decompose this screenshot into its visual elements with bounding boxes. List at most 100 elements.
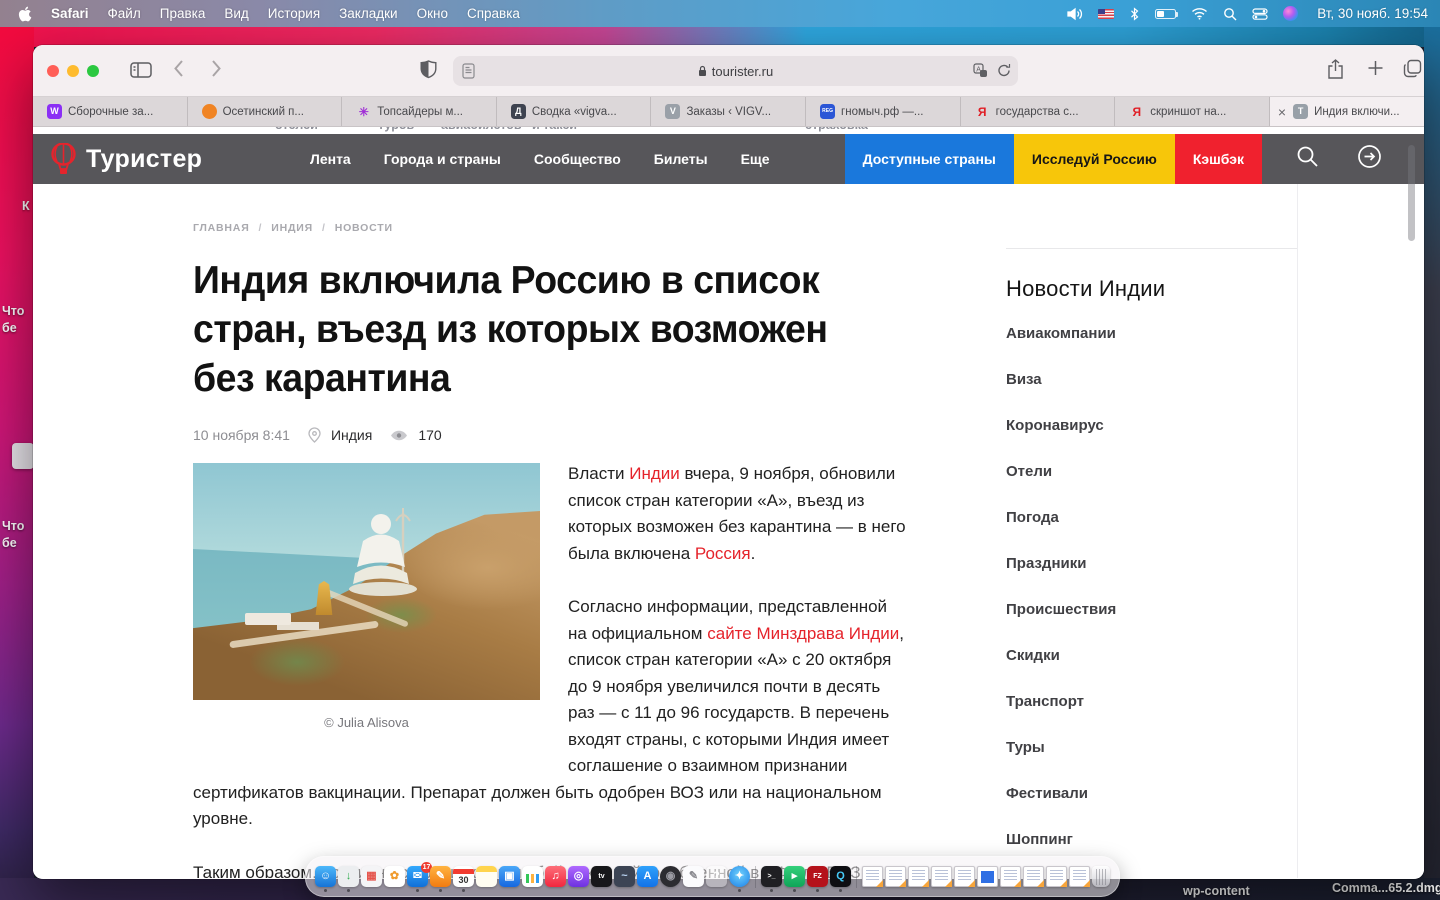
dock-minimized-doc-2[interactable] [885,866,906,887]
article-link[interactable]: Россия [695,544,751,563]
spotlight-icon[interactable] [1223,7,1237,21]
sidebar-news-0[interactable]: Авиакомпании [1006,326,1297,342]
dock-pages[interactable]: ✎ [430,866,451,887]
dock-finder[interactable]: ☺ [315,866,336,887]
site-nav-2[interactable]: Сообщество [534,151,621,167]
bluetooth-icon[interactable] [1129,7,1140,21]
dock-safari[interactable]: ✦ [729,866,750,887]
tab-close-button[interactable]: × [1278,105,1286,119]
apple-menu-icon[interactable] [18,6,32,22]
translate-icon[interactable]: A [973,63,988,81]
sidebar-news-5[interactable]: Праздники [1006,556,1297,572]
dock-minimized-doc-5[interactable] [954,866,975,887]
menubar-item-5[interactable]: Закладки [339,6,397,21]
services-link-1[interactable]: туров [378,127,414,132]
article-link[interactable]: Индии [629,464,680,483]
dock-textedit[interactable]: ✎ [683,866,704,887]
dock-stocks[interactable]: ~ [614,866,635,887]
dock-minimized-doc-6[interactable] [1000,866,1021,887]
menubar-item-3[interactable]: Вид [224,6,248,21]
zoom-button[interactable] [87,65,99,77]
volume-icon[interactable] [1067,7,1083,21]
article-location-link[interactable]: Индия [331,427,372,443]
browser-tab-2[interactable]: ✳Топсайдеры м... [342,97,497,126]
sidebar-news-1[interactable]: Виза [1006,372,1297,388]
menubar-item-4[interactable]: История [268,6,320,21]
dock-minimized-doc-1[interactable] [862,866,883,887]
site-nav-0[interactable]: Лента [310,151,351,167]
sidebar-news-9[interactable]: Туры [1006,740,1297,756]
article-link[interactable]: сайте Минздрава Индии [707,624,899,643]
close-button[interactable] [47,65,59,77]
control-center-icon[interactable] [1252,8,1268,20]
dock-launchpad[interactable]: ▦ [361,866,382,887]
new-tab-icon[interactable] [1367,59,1384,77]
dock-apple-tv[interactable]: tv [591,866,612,887]
dock-notes[interactable] [476,866,497,887]
breadcrumb-link-2[interactable]: НОВОСТИ [335,222,393,234]
dock-app-store[interactable]: A [637,866,658,887]
desktop-file-wp-content[interactable]: wp-content [1183,884,1250,898]
site-search-icon[interactable] [1296,145,1319,173]
forward-icon[interactable] [211,59,222,78]
desktop-icon-label-2[interactable]: Что бе [2,518,34,552]
dock-dev-tool[interactable]: ▸ [784,866,805,887]
header-button-0[interactable]: Доступные страны [845,134,1014,184]
sidebar-news-8[interactable]: Транспорт [1006,694,1297,710]
dock-keynote[interactable]: ▣ [499,866,520,887]
sidebar-news-3[interactable]: Отели [1006,464,1297,480]
dock-minimized-doc-8[interactable] [1046,866,1067,887]
share-icon[interactable] [1327,59,1344,79]
header-button-1[interactable]: Исследуй Россию [1014,134,1175,184]
breadcrumb-link-1[interactable]: ИНДИЯ [271,222,313,234]
dock-minimized-doc-9[interactable] [1069,866,1090,887]
site-nav-3[interactable]: Билеты [654,151,708,167]
desktop-file-icon[interactable] [12,443,34,469]
dock-photos[interactable]: ✿ [384,866,405,887]
dock-terminal[interactable]: >_ [761,866,782,887]
dock-minimized-doc-4[interactable] [931,866,952,887]
menubar-item-0[interactable]: Safari [51,6,89,21]
browser-tab-6[interactable]: Ягосударства с... [961,97,1116,126]
site-nav-1[interactable]: Города и страны [384,151,501,167]
login-icon[interactable] [1357,144,1382,174]
browser-tab-7[interactable]: Яскриншот на... [1115,97,1270,126]
sidebar-news-2[interactable]: Коронавирус [1006,418,1297,434]
sidebar-news-6[interactable]: Происшествия [1006,602,1297,618]
battery-icon[interactable] [1155,9,1176,19]
site-nav-4[interactable]: Еще [741,151,770,167]
dock-minimized-window[interactable] [977,866,998,887]
us-flag-icon[interactable] [1098,9,1114,19]
dock-trash[interactable] [1092,866,1110,887]
services-link-2[interactable]: авиабилетов [441,127,522,132]
services-link-4[interactable]: страховка [805,127,868,132]
browser-tab-5[interactable]: REGгномыч.рф —... [806,97,961,126]
sidebar-news-10[interactable]: Фестивали [1006,786,1297,802]
reader-icon[interactable] [462,63,475,82]
dock-dark-utility[interactable]: ◉ [660,866,681,887]
dock-missing-app[interactable]: ? [706,866,727,887]
dock-numbers[interactable] [522,866,543,887]
sidebar-toggle-icon[interactable] [130,61,152,79]
desktop-file-dmg[interactable]: Comma...65.2.dmg [1332,881,1440,895]
dock-minimized-doc-3[interactable] [908,866,929,887]
siri-icon[interactable] [1283,6,1298,21]
dock-minimized-doc-7[interactable] [1023,866,1044,887]
site-logo[interactable]: Туристер [50,134,202,184]
browser-tab-1[interactable]: Осетинский п... [188,97,343,126]
desktop-icon-label-1[interactable]: Что бе [2,303,34,337]
menubar-item-1[interactable]: Файл [108,6,141,21]
address-bar[interactable]: tourister.ru A [453,56,1018,86]
wifi-icon[interactable] [1191,7,1208,20]
header-button-2[interactable]: Кэшбэк [1175,134,1262,184]
browser-tab-3[interactable]: ДСводка «vigva... [497,97,652,126]
menubar-item-7[interactable]: Справка [467,6,520,21]
privacy-shield-icon[interactable] [420,60,437,79]
browser-tab-4[interactable]: VЗаказы ‹ VIGV... [651,97,806,126]
back-icon[interactable] [173,59,184,78]
browser-tab-active[interactable]: ×TИндия включи... [1270,97,1424,126]
dock-podcasts[interactable]: ◎ [568,866,589,887]
browser-tab-0[interactable]: WСборочные за... [33,97,188,126]
article-image[interactable] [193,463,540,700]
scrollbar[interactable] [1408,145,1415,241]
